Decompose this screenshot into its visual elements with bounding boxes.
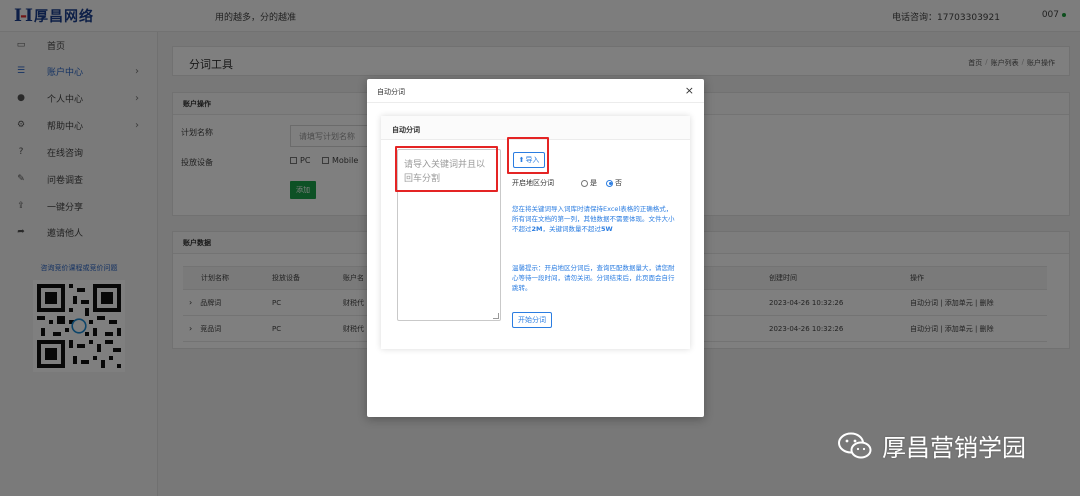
region-segment-row: 开启地区分词 是 否 — [512, 178, 622, 188]
segment-panel: 自动分词 请导入关键词并且以回车分割 ⬆ 导入 开启地区分词 是 否 您在将关键… — [381, 116, 690, 349]
radio-icon — [581, 179, 588, 187]
keyword-textarea-placeholder: 请导入关键词并且以回车分割 — [404, 160, 486, 184]
import-button[interactable]: ⬆ 导入 — [513, 152, 545, 168]
segment-panel-title: 自动分词 — [392, 126, 420, 134]
wechat-watermark: 厚昌营销学园 — [836, 428, 1026, 463]
note-size-limit: 2M — [531, 225, 543, 233]
keyword-textarea[interactable]: 请导入关键词并且以回车分割 — [397, 149, 501, 321]
import-format-note: 您在将关键词导入词库时请保持Excel表格的正确格式，所有词在文档的第一列，其他… — [512, 204, 678, 234]
auto-segment-modal: 自动分词 × 自动分词 请导入关键词并且以回车分割 ⬆ 导入 开启地区分词 是 … — [367, 79, 704, 417]
start-segment-button[interactable]: 开始分词 — [512, 312, 552, 328]
resize-handle-icon[interactable] — [493, 313, 499, 319]
region-no-radio[interactable]: 否 — [606, 178, 622, 188]
modal-title: 自动分词 — [377, 88, 405, 96]
import-button-label: 导入 — [525, 156, 540, 164]
modal-header: 自动分词 × — [367, 79, 704, 103]
close-icon[interactable]: × — [685, 84, 694, 97]
wechat-icon — [836, 431, 874, 461]
region-warning-note: 温馨提示：开启地区分词后，查询匹配数据量大，请您耐心等待一段时间，请勿关闭。分词… — [512, 264, 675, 292]
upload-icon: ⬆ — [518, 156, 525, 164]
watermark-text: 厚昌营销学园 — [882, 434, 1026, 462]
region-no-label: 否 — [615, 179, 622, 187]
radio-selected-icon — [606, 179, 613, 187]
segment-panel-header: 自动分词 — [381, 116, 690, 140]
note-count-limit: 5W — [601, 225, 613, 233]
region-segment-label: 开启地区分词 — [512, 179, 554, 187]
region-yes-radio[interactable]: 是 — [581, 178, 597, 188]
region-yes-label: 是 — [590, 179, 597, 187]
note-text: ，关键词数量不超过 — [542, 225, 602, 233]
